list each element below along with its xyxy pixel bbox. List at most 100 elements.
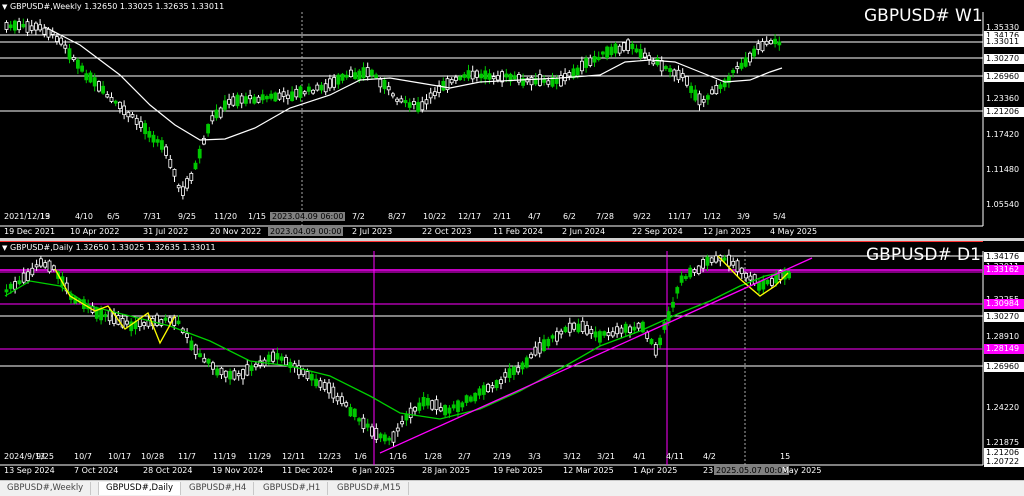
daily-price-tick: 1.20722 [984, 457, 1024, 467]
daily-date-label: 3/3 [528, 452, 541, 461]
daily-date-label: 15 [780, 452, 791, 461]
weekly-chart-panel[interactable]: ▼ GBPUSD#,Weekly 1.32650 1.33025 1.32635… [0, 0, 1024, 238]
weekly-chart-header: ▼ GBPUSD#,Weekly 1.32650 1.33025 1.32635… [2, 2, 224, 11]
weekly-date-label: 1/12 [703, 212, 721, 221]
daily-date-label: 3/21 [597, 452, 615, 461]
daily-magenta-price-tick: 1.28149 [984, 344, 1024, 354]
weekly-time-label: 2 Jun 2024 [562, 227, 606, 236]
weekly-price-tick: 1.26960 [984, 72, 1024, 82]
tab-gbpusd-weekly[interactable]: GBPUSD#,Weekly [0, 482, 92, 495]
weekly-date-label: 10/22 [423, 212, 447, 221]
weekly-date-label: 7/31 [143, 212, 161, 221]
daily-time-label: 6 Jan 2025 [352, 466, 395, 475]
daily-zigzag-left [54, 268, 176, 345]
chart-tab-bar: GBPUSD#,Weekly GBPUSD#,Daily GBPUSD#,H4 … [0, 480, 1024, 496]
weekly-time-label: 22 Oct 2023 [422, 227, 472, 236]
weekly-date-label: 6/2 [563, 212, 576, 221]
weekly-price-tick: 1.17420 [986, 130, 1020, 139]
daily-date-label: 3/12 [563, 452, 581, 461]
weekly-date-label: 9/22 [633, 212, 651, 221]
daily-date-label: 12/11 [282, 452, 306, 461]
daily-date-label: 10/28 [141, 452, 165, 461]
weekly-price-tick: 1.30270 [984, 54, 1024, 64]
daily-date-label: 1/16 [389, 452, 407, 461]
daily-symbol-title: GBPUSD# D1 [866, 245, 981, 265]
weekly-time-label: 19 Dec 2021 [4, 227, 56, 236]
tab-gbpusd-m15[interactable]: GBPUSD#,M15 [330, 482, 409, 495]
weekly-time-label: 31 Jul 2022 [143, 227, 189, 236]
daily-candles [4, 249, 791, 447]
weekly-date-label: 9/25 [178, 212, 196, 221]
daily-time-label: 2025.05.07 00:00 [714, 466, 790, 475]
chart-menu-arrow-icon[interactable]: ▼ [2, 3, 7, 11]
weekly-time-label: 10 Apr 2022 [70, 227, 120, 236]
daily-time-label: 19 Nov 2024 [212, 466, 264, 475]
weekly-date-label: 2/11 [493, 212, 511, 221]
daily-chart-header: ▼ GBPUSD#,Daily 1.32650 1.33025 1.32635 … [2, 243, 216, 252]
daily-trendline[interactable] [379, 257, 813, 454]
weekly-candles [4, 17, 782, 200]
daily-date-label: 11/7 [178, 452, 196, 461]
daily-price-tick: 1.26960 [984, 362, 1024, 372]
weekly-date-label: 11/20 [214, 212, 238, 221]
weekly-time-label: 4 May 2025 [770, 227, 818, 236]
daily-time-label: 28 Jan 2025 [422, 466, 470, 475]
weekly-price-tick: 1.11480 [986, 165, 1020, 174]
weekly-price-tick: 1.23360 [986, 94, 1020, 103]
daily-date-label: 11/19 [213, 452, 237, 461]
daily-chart-canvas[interactable] [0, 241, 1024, 480]
daily-date-label: 4/2 [703, 452, 716, 461]
daily-time-label: 11 Dec 2024 [282, 466, 334, 475]
weekly-ohlc-text: GBPUSD#,Weekly 1.32650 1.33025 1.32635 1… [9, 2, 225, 11]
daily-date-label: 2/7 [458, 452, 471, 461]
daily-price-tick: 1.28910 [986, 332, 1020, 341]
weekly-price-tick: 1.21206 [984, 107, 1024, 117]
daily-time-label: May 2025 [782, 466, 822, 475]
daily-date-label: 1/28 [424, 452, 442, 461]
weekly-moving-average-line [44, 26, 783, 141]
tab-gbpusd-h4[interactable]: GBPUSD#,H4 [182, 482, 255, 495]
weekly-date-label: 6/5 [107, 212, 120, 221]
chart-menu-arrow-icon[interactable]: ▼ [2, 244, 7, 252]
weekly-date-label: 4/7 [528, 212, 541, 221]
daily-magenta-price-tick: 1.30984 [984, 299, 1024, 309]
tab-gbpusd-daily[interactable]: GBPUSD#,Daily [98, 482, 182, 495]
weekly-date-label: 12/17 [458, 212, 482, 221]
daily-time-label: 23 [703, 466, 714, 475]
daily-date-label: 4/11 [666, 452, 684, 461]
tab-gbpusd-h1[interactable]: GBPUSD#,H1 [256, 482, 329, 495]
daily-time-label: 13 Sep 2024 [4, 466, 55, 475]
daily-date-label: 10/17 [108, 452, 132, 461]
daily-price-tick: 1.24220 [986, 403, 1020, 412]
daily-date-label: 10/7 [74, 452, 92, 461]
weekly-date-label: 13 [40, 212, 51, 221]
weekly-date-label: 5/4 [773, 212, 786, 221]
daily-moving-average-line [4, 270, 791, 420]
weekly-symbol-title: GBPUSD# W1 [864, 6, 983, 26]
daily-time-label: 28 Oct 2024 [143, 466, 193, 475]
weekly-date-label: 7/28 [596, 212, 614, 221]
daily-time-label: 12 Mar 2025 [563, 466, 614, 475]
daily-date-label: 2/19 [493, 452, 511, 461]
weekly-time-label: 22 Sep 2024 [632, 227, 683, 236]
daily-date-label: 12/23 [318, 452, 342, 461]
weekly-price-tick: 1.33011 [984, 37, 1024, 47]
weekly-date-label: 3/9 [737, 212, 750, 221]
weekly-date-label: 2023.04.09 06:00 [270, 212, 346, 221]
daily-time-label: 7 Oct 2024 [74, 466, 119, 475]
daily-date-label: 4/1 [633, 452, 646, 461]
weekly-date-label: 8/27 [388, 212, 406, 221]
weekly-time-label: 2023.04.09 00:00 [268, 227, 344, 236]
daily-date-label: 1/6 [354, 452, 367, 461]
daily-time-label: 19 Feb 2025 [493, 466, 543, 475]
daily-date-label: 11/29 [248, 452, 272, 461]
weekly-chart-canvas[interactable] [0, 0, 1024, 238]
daily-magenta-price-tick: 1.33162 [984, 265, 1024, 275]
daily-date-label: 9/25 [36, 452, 54, 461]
weekly-time-label: 11 Feb 2024 [493, 227, 543, 236]
daily-price-tick: 1.30270 [984, 312, 1024, 322]
weekly-date-label: 7/2 [352, 212, 365, 221]
weekly-time-label: 20 Nov 2022 [210, 227, 262, 236]
weekly-date-label: 1/15 [248, 212, 266, 221]
daily-chart-panel[interactable]: ▼ GBPUSD#,Daily 1.32650 1.33025 1.32635 … [0, 241, 1024, 480]
